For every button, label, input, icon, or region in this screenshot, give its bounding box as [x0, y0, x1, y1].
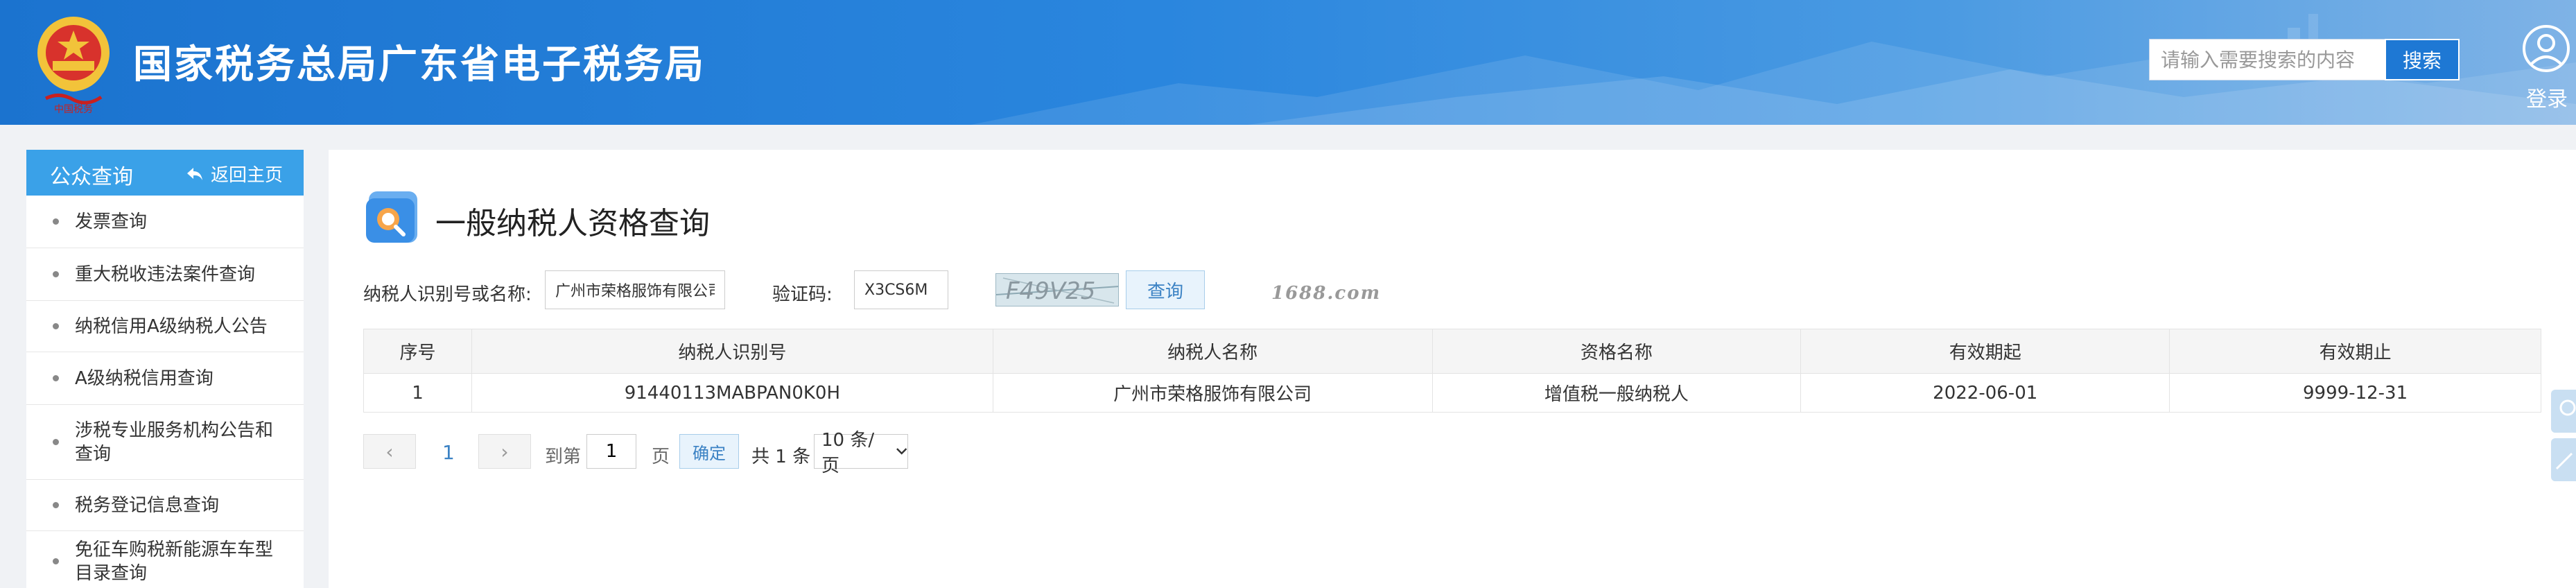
- captcha-noise-art: F49V25: [996, 277, 1118, 305]
- column-header: 有效期起: [1800, 329, 2170, 374]
- table-cell: 增值税一般纳税人: [1431, 373, 1802, 413]
- main-panel: 一般纳税人资格查询 纳税人识别号或名称: 验证码: F49V25 查询 1688…: [329, 150, 2576, 588]
- column-header: 资格名称: [1431, 329, 1802, 374]
- table-row: 1 91440113MABPAN0K0H 广州市荣格服饰有限公司 增值税一般纳税…: [363, 373, 2541, 413]
- captcha-label: 验证码:: [772, 284, 833, 305]
- back-home-label: 返回主页: [211, 165, 284, 186]
- column-header: 纳税人识别号: [471, 329, 993, 374]
- tax-emblem-icon: 中国税务: [37, 17, 110, 114]
- sidebar-item-label: 涉税专业服务机构公告和查询: [75, 420, 274, 465]
- current-page-number[interactable]: 1: [442, 441, 455, 464]
- user-icon: [2523, 25, 2570, 72]
- table-cell: 91440113MABPAN0K0H: [471, 373, 993, 413]
- table-header-row: 序号 纳税人识别号 纳税人名称 资格名称 有效期起 有效期止: [363, 329, 2541, 374]
- login-label: 登录: [2526, 87, 2568, 112]
- search-button[interactable]: 搜索: [2385, 39, 2460, 80]
- taxpayer-input[interactable]: [545, 270, 725, 309]
- captcha-input[interactable]: [854, 270, 948, 309]
- query-form: 纳税人识别号或名称: 验证码: F49V25 查询 1688.com: [363, 270, 1472, 312]
- sidebar-item-credit-a-notice[interactable]: 纳税信用A级纳税人公告: [26, 301, 304, 352]
- top-banner: 中国税务 国家税务总局广东省电子税务局 搜索 登录: [0, 0, 2576, 125]
- sidebar-item-credit-a-query[interactable]: A级纳税信用查询: [26, 352, 304, 405]
- table-cell: 1: [363, 373, 472, 413]
- floating-top-button[interactable]: [2551, 438, 2576, 481]
- column-header: 有效期止: [2169, 329, 2541, 374]
- search-input[interactable]: [2149, 39, 2385, 80]
- sidebar-title: 公众查询: [50, 165, 133, 189]
- goto-confirm-button[interactable]: 确定: [679, 434, 739, 469]
- bullet-icon: [53, 557, 59, 564]
- svg-text:中国税务: 中国税务: [54, 104, 93, 114]
- bullet-icon: [53, 501, 59, 508]
- back-home-link[interactable]: 返回主页: [186, 161, 283, 187]
- bullet-icon: [53, 438, 59, 445]
- chevron-left-icon: ‹: [385, 440, 394, 463]
- column-header: 纳税人名称: [992, 329, 1433, 374]
- sidebar-item-major-violation[interactable]: 重大税收违法案件查询: [26, 248, 304, 301]
- bullet-icon: [53, 374, 59, 381]
- sidebar-item-label: A级纳税信用查询: [75, 368, 214, 389]
- table-cell: 广州市荣格服饰有限公司: [992, 373, 1433, 413]
- bullet-icon: [53, 322, 59, 329]
- chevron-down-icon: [896, 448, 907, 455]
- query-button[interactable]: 查询: [1126, 270, 1205, 309]
- sidebar: 公众查询 返回主页 发票查询 重大税收违法案件查询 纳税信用A级纳税人公告 A级…: [26, 150, 304, 588]
- watermark-text: 1688.com: [1271, 283, 1382, 304]
- floating-chat-button[interactable]: [2551, 390, 2576, 433]
- sidebar-item-ev-catalog[interactable]: 免征车购税新能源车车型目录查询: [26, 531, 304, 588]
- sidebar-header: 公众查询 返回主页: [26, 150, 304, 196]
- chat-icon: [2559, 399, 2576, 416]
- sidebar-item-invoice-query[interactable]: 发票查询: [26, 196, 304, 248]
- search-document-icon: [366, 191, 417, 243]
- total-count: 共 1 条: [751, 447, 811, 467]
- prev-page-button[interactable]: ‹: [363, 434, 416, 469]
- page-size-value: 10 条/页: [821, 430, 875, 476]
- next-page-button[interactable]: ›: [478, 434, 531, 469]
- bullet-icon: [53, 270, 59, 277]
- sidebar-item-registration-query[interactable]: 税务登记信息查询: [26, 480, 304, 531]
- sidebar-item-label: 免征车购税新能源车车型目录查询: [75, 539, 274, 584]
- page-unit-label: 页: [652, 447, 670, 467]
- sidebar-item-label: 重大税收违法案件查询: [75, 263, 256, 285]
- captcha-image[interactable]: F49V25: [995, 273, 1119, 306]
- taxpayer-label: 纳税人识别号或名称:: [363, 284, 532, 305]
- table-cell: 2022-06-01: [1800, 373, 2170, 413]
- goto-page-input[interactable]: [586, 434, 636, 469]
- bullet-icon: [53, 218, 59, 225]
- table-cell: 9999-12-31: [2169, 373, 2541, 413]
- login-button[interactable]: 登录: [2516, 22, 2576, 112]
- result-table: 序号 纳税人识别号 纳税人名称 资格名称 有效期起 有效期止 1 9144011…: [363, 329, 2541, 413]
- chevron-right-icon: ›: [501, 440, 509, 463]
- site-title: 国家税务总局广东省电子税务局: [133, 42, 706, 87]
- captcha-text: F49V25: [1006, 277, 1095, 305]
- page-size-select[interactable]: 10 条/页: [814, 430, 908, 476]
- sidebar-item-label: 发票查询: [75, 211, 148, 232]
- sidebar-item-tax-agency[interactable]: 涉税专业服务机构公告和查询: [26, 405, 304, 480]
- page-title: 一般纳税人资格查询: [435, 206, 710, 241]
- goto-label: 到第: [545, 447, 582, 467]
- sidebar-item-label: 税务登记信息查询: [75, 494, 220, 516]
- back-arrow-icon: [187, 167, 202, 180]
- back-to-top-icon: [2555, 452, 2573, 470]
- column-header: 序号: [363, 329, 472, 374]
- sidebar-item-label: 纳税信用A级纳税人公告: [75, 315, 268, 337]
- pagination: ‹ 1 › 到第 页 确定 共 1 条 10 条/页: [363, 430, 987, 476]
